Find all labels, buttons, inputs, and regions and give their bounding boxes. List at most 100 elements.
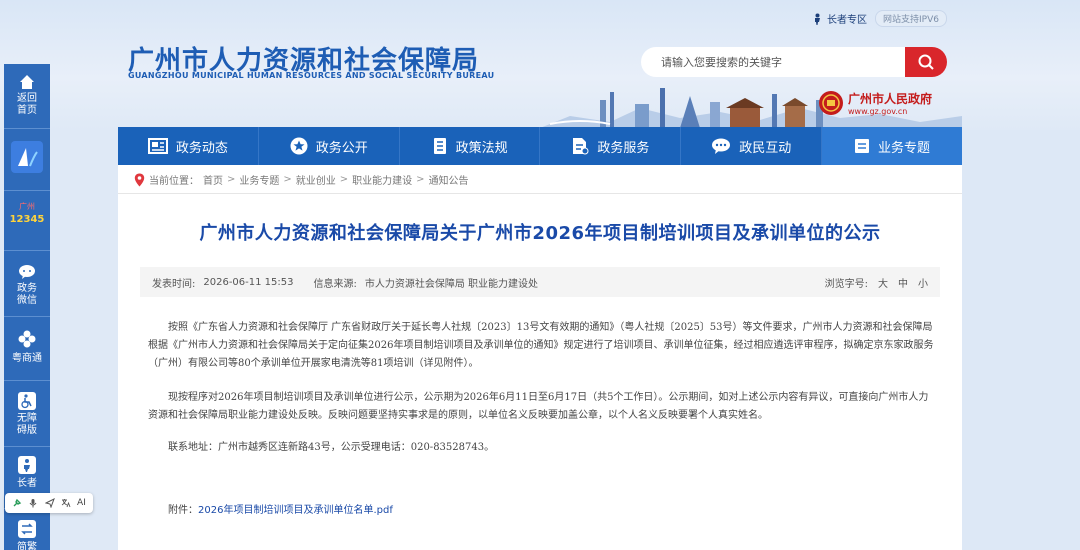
elder-zone-link[interactable]: 长者专区 [812, 11, 867, 26]
gov-url: www.gz.gov.cn [848, 107, 908, 116]
sidebar-label: 返回首页 [17, 93, 37, 116]
app-logo-icon [11, 141, 43, 173]
news-icon [147, 138, 168, 154]
star-icon [290, 137, 308, 155]
breadcrumb-home[interactable]: 首页 [203, 172, 223, 187]
search-icon [918, 54, 934, 70]
home-icon [20, 75, 34, 89]
nav-label: 政民互动 [739, 140, 792, 156]
elder-care-icon [18, 456, 36, 474]
breadcrumb-sep: > [416, 174, 425, 185]
publish-time: 2026-06-11 15:53 [203, 276, 294, 288]
sidebar-item-home[interactable]: 返回首页 [4, 74, 50, 117]
pin-icon[interactable] [12, 498, 22, 508]
nav-label: 政务服务 [597, 140, 650, 156]
breadcrumb: 当前位置： 首页 > 业务专题 > 就业创业 > 职业能力建设 > 通知公告 [134, 172, 469, 187]
attachment-link[interactable]: 2026年项目制培训项目及承训单位名单.pdf [198, 505, 393, 516]
list-icon [855, 139, 870, 153]
sidebar-divider [4, 380, 50, 381]
wechat-icon [19, 265, 35, 279]
switch-icon [18, 520, 36, 538]
article-meta-bar: 发表时间: 2026-06-11 15:53 信息来源: 市人力资源社会保障局 … [140, 267, 940, 297]
document-icon [573, 138, 589, 155]
sidebar-item-elder[interactable]: 长者 [4, 456, 50, 490]
sidebar-item-12345[interactable]: 广州 12345 [4, 198, 50, 226]
search-button[interactable] [905, 47, 947, 77]
article-paragraph: 现按程序对2026年项目制培训项目及承训单位进行公示，公示期为2026年6月11… [148, 392, 929, 421]
nav-label: 政务公开 [315, 140, 368, 156]
source-value: 市人力资源社会保障局 职业能力建设处 [364, 278, 539, 290]
nav-item-policy[interactable]: 政策法规 [400, 127, 541, 165]
left-sidebar: 返回首页 广州 12345 政务微信 粤商通 无障碍版 长者 简繁 [4, 64, 50, 550]
font-size-label: 浏览字号: [824, 278, 868, 290]
sidebar-item-app[interactable] [4, 140, 50, 174]
ai-button[interactable]: AI [77, 498, 86, 508]
sidebar-divider [4, 316, 50, 317]
sidebar-divider [4, 190, 50, 191]
nav-item-interaction[interactable]: 政民互动 [681, 127, 823, 165]
search-box [641, 47, 947, 77]
nav-item-service[interactable]: 政务服务 [540, 127, 682, 165]
badge-gz-text: 广州 [19, 201, 35, 211]
sidebar-label: 粤商通 [12, 353, 42, 364]
gov-badge[interactable]: 广州市人民政府 www.gz.gov.cn [818, 90, 932, 116]
nav-item-news[interactable]: 政务动态 [118, 127, 259, 165]
gov-name: 广州市人民政府 [848, 92, 933, 106]
article-paragraph: 联系地址：广州市越秀区连新路43号，公示受理电话：020-83528743。 [168, 442, 495, 453]
translate-icon[interactable] [61, 498, 71, 508]
nav-label: 政策法规 [455, 140, 508, 156]
font-size-controls: 浏览字号: 大 中 小 [825, 275, 928, 290]
nav-item-topics[interactable]: 业务专题 [822, 127, 962, 165]
attachment-label: 附件： [168, 505, 198, 516]
breadcrumb-sep: > [339, 174, 349, 185]
location-pin-icon [134, 173, 145, 186]
sidebar-label: 长者 [17, 478, 37, 489]
font-size-large[interactable]: 大 [878, 275, 888, 290]
chat-icon [712, 138, 731, 154]
breadcrumb-divider [118, 193, 962, 194]
sidebar-item-accessible[interactable]: 无障碍版 [4, 392, 50, 437]
search-input[interactable] [641, 47, 905, 77]
source-label: 信息来源: [313, 278, 357, 290]
elder-zone-label: 长者专区 [827, 15, 867, 26]
ipv6-badge: 网站支持IPV6 [875, 10, 947, 27]
breadcrumb-label: 当前位置： [149, 176, 199, 187]
breadcrumb-sep: > [227, 174, 236, 185]
font-size-small[interactable]: 小 [918, 275, 928, 290]
breadcrumb-notices[interactable]: 通知公告 [429, 172, 469, 187]
top-links: 长者专区 网站支持IPV6 [812, 10, 947, 27]
nav-item-public[interactable]: 政务公开 [259, 127, 400, 165]
font-size-medium[interactable]: 中 [898, 275, 908, 290]
breadcrumb-topics[interactable]: 业务专题 [239, 172, 279, 187]
sidebar-divider [4, 446, 50, 447]
sidebar-item-yueshang[interactable]: 粤商通 [4, 330, 50, 365]
sidebar-divider [4, 250, 50, 251]
badge-12345-text: 12345 [10, 214, 45, 225]
content-panel: 当前位置： 首页 > 业务专题 > 就业创业 > 职业能力建设 > 通知公告 广… [118, 165, 962, 550]
yueshang-icon [18, 330, 36, 348]
sidebar-label: 无障碍版 [17, 413, 37, 436]
breadcrumb-employment[interactable]: 就业创业 [296, 172, 336, 187]
attachment-row: 附件：2026年项目制培训项目及承训单位名单.pdf [168, 501, 393, 516]
book-icon [433, 138, 446, 154]
sidebar-label: 政务微信 [17, 283, 37, 306]
site-subtitle: GUANGZHOU MUNICIPAL HUMAN RESOURCES AND … [128, 71, 495, 80]
article-paragraph: 按照《广东省人力资源和社会保障厅 广东省财政厅关于延长粤人社规〔2023〕13号… [148, 322, 934, 369]
send-icon[interactable] [44, 498, 55, 508]
floating-toolbar: AI [5, 493, 93, 513]
sidebar-item-wechat[interactable]: 政务微信 [4, 264, 50, 307]
breadcrumb-vocational[interactable]: 职业能力建设 [352, 172, 412, 187]
sidebar-item-simplified[interactable]: 简繁 [4, 520, 50, 550]
nav-label: 政务动态 [175, 140, 228, 156]
sidebar-divider [4, 128, 50, 129]
nav-label: 业务专题 [878, 140, 931, 156]
gov-emblem-icon [819, 91, 843, 115]
main-nav: 政务动态 政务公开 政策法规 政务服务 政民互动 业务专题 [118, 127, 962, 165]
publish-label: 发表时间: [152, 278, 196, 290]
hotline-12345-icon: 广州 12345 [9, 198, 45, 226]
accessibility-icon [18, 392, 36, 410]
microphone-icon[interactable] [28, 498, 38, 508]
article-title: 广州市人力资源和社会保障局关于广州市2026年项目制培训项目及承训单位的公示 [199, 223, 881, 244]
elder-icon [815, 13, 820, 25]
breadcrumb-sep: > [283, 174, 292, 185]
